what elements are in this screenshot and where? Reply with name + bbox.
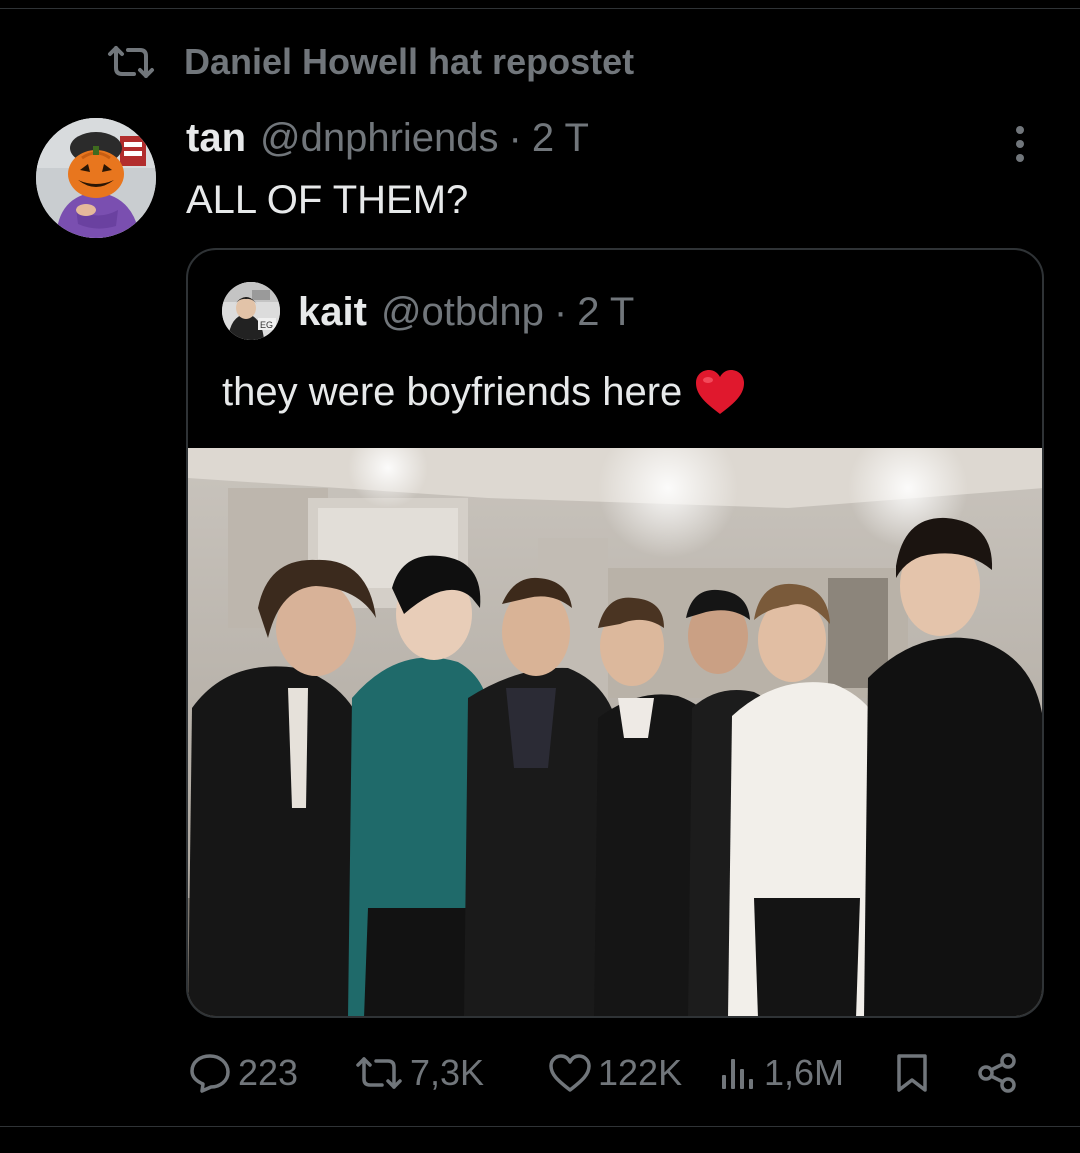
repost-button[interactable]: 7,3K — [354, 1048, 484, 1098]
tweet-cell[interactable]: Daniel Howell hat repostet tan @dnphrien… — [0, 0, 1080, 1153]
reply-icon — [190, 1054, 230, 1093]
tweet-header: tan @dnphriends · 2 T — [186, 116, 589, 162]
repost-icon — [108, 46, 154, 78]
group-photo — [188, 448, 1042, 1016]
quote-author-name[interactable]: kait — [298, 290, 367, 335]
separator-dot: · — [508, 116, 522, 160]
heart-icon — [549, 1054, 591, 1092]
top-divider — [0, 8, 1080, 9]
quote-author-handle[interactable]: @otbdnp — [381, 290, 544, 335]
timestamp[interactable]: 2 T — [532, 116, 589, 161]
repost-count: 7,3K — [410, 1052, 485, 1093]
views-count: 1,6M — [764, 1052, 845, 1093]
like-button[interactable]: 122K — [548, 1048, 682, 1098]
reply-count: 223 — [238, 1052, 299, 1093]
share-button[interactable] — [976, 1048, 1020, 1098]
repost-indicator[interactable]: Daniel Howell hat repostet — [106, 40, 634, 84]
analytics-icon — [722, 1059, 753, 1089]
bottom-divider — [0, 1126, 1080, 1127]
views-button[interactable]: 1,6M — [718, 1048, 844, 1098]
reply-button[interactable]: 223 — [188, 1048, 298, 1098]
more-options-icon[interactable] — [1004, 122, 1036, 166]
quote-text-line: they were boyfriends here — [222, 368, 746, 416]
quoted-tweet[interactable]: EG kait @otbdnp · 2 T they were boyfrien… — [186, 248, 1044, 1018]
repost-text[interactable]: Daniel Howell hat repostet — [184, 41, 634, 83]
quote-timestamp[interactable]: 2 T — [577, 290, 634, 335]
share-icon — [978, 1053, 1016, 1093]
quote-avatar-image: EG — [222, 282, 280, 340]
author-handle[interactable]: @dnphriends — [260, 116, 499, 161]
bookmark-button[interactable] — [894, 1048, 930, 1098]
author-avatar[interactable] — [36, 118, 156, 238]
quote-author-avatar[interactable]: EG — [222, 282, 280, 340]
more-dot — [1016, 126, 1024, 134]
red-heart-emoji — [696, 370, 745, 414]
bookmark-icon — [897, 1054, 927, 1092]
quote-header: kait @otbdnp · 2 T — [298, 290, 634, 336]
action-bar: 223 7,3K 122K 1,6M — [188, 1048, 1024, 1098]
more-dot — [1016, 154, 1024, 162]
tweet-text: ALL OF THEM? — [186, 178, 469, 222]
quote-separator-dot: · — [553, 290, 568, 334]
quote-media-photo[interactable] — [188, 448, 1042, 1016]
author-name[interactable]: tan — [186, 116, 246, 161]
svg-text:EG: EG — [260, 320, 273, 330]
pumpkin-avatar — [36, 118, 156, 238]
repost-icon — [356, 1057, 402, 1089]
like-count: 122K — [598, 1052, 683, 1093]
more-dot — [1016, 140, 1024, 148]
quote-text: they were boyfriends here — [222, 369, 683, 414]
